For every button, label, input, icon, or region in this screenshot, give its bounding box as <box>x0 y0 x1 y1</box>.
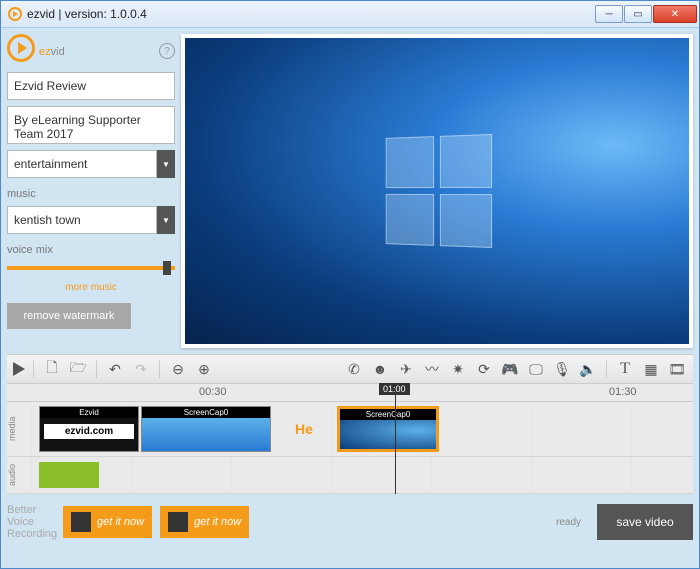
better-voice-text: BetterVoiceRecording <box>7 504 55 540</box>
window-title: ezvid | version: 1.0.0.4 <box>27 7 595 21</box>
category-dropdown-icon[interactable]: ▼ <box>157 150 175 178</box>
app-icon <box>7 6 23 22</box>
music-select[interactable]: kentish town <box>7 206 157 234</box>
preview-content <box>386 134 492 248</box>
save-video-button[interactable]: save video <box>597 504 693 540</box>
more-music-link[interactable]: more music <box>7 282 175 293</box>
minimize-button[interactable]: ─ <box>595 5 623 23</box>
media-track[interactable]: Ezvid ezvid.com ScreenCap0 He ScreenCap0 <box>31 402 693 456</box>
description-input[interactable]: By eLearning Supporter Team 2017 <box>7 106 175 144</box>
audio-track-label: audio <box>7 457 31 493</box>
game-icon[interactable]: 🎮 <box>500 359 520 379</box>
timeline: 00:30 01:30 media Ezvid ezvid.com Screen… <box>7 384 693 494</box>
remove-watermark-button[interactable]: remove watermark <box>7 303 131 329</box>
clip-ezvid[interactable]: Ezvid ezvid.com <box>39 406 139 452</box>
new-button[interactable]: 🗋 <box>42 359 62 379</box>
screen-icon[interactable]: 🖵 <box>526 359 546 379</box>
mic-promo-icon <box>71 512 91 532</box>
logo: ezvid ? <box>7 34 175 62</box>
music-dropdown-icon[interactable]: ▼ <box>157 206 175 234</box>
effect-icon[interactable]: 〰 <box>422 359 442 379</box>
zoom-out-button[interactable]: ⊖ <box>168 359 188 379</box>
mic-icon[interactable]: 🎙 <box>552 359 572 379</box>
audio-clip[interactable] <box>39 462 99 488</box>
undo-button[interactable]: ↶ <box>105 359 125 379</box>
cursor-icon[interactable]: ✈ <box>396 359 416 379</box>
open-button[interactable]: 🗁 <box>68 359 88 379</box>
play-button[interactable] <box>13 362 25 376</box>
playhead[interactable] <box>395 384 396 494</box>
maximize-button[interactable]: ▭ <box>624 5 652 23</box>
logo-play-icon <box>7 34 35 62</box>
clip-screencap-2[interactable]: ScreenCap0 <box>337 406 439 452</box>
text-icon[interactable]: T <box>615 359 635 379</box>
video-preview[interactable] <box>181 34 693 348</box>
titlebar: ezvid | version: 1.0.0.4 ─ ▭ ✕ <box>1 1 699 28</box>
headset-promo-icon <box>168 512 188 532</box>
left-panel: ezvid ? Ezvid Review By eLearning Suppor… <box>7 34 175 348</box>
clip-screencap-1[interactable]: ScreenCap0 <box>141 406 271 452</box>
toolbar: 🗋 🗁 ↶ ↷ ⊖ ⊕ ✆ ☻ ✈ 〰 ✷ ⟳ 🎮 🖵 🎙 🔈 T ▦ 🎞 <box>7 354 693 384</box>
face-icon[interactable]: ☻ <box>370 359 390 379</box>
speaker-icon[interactable]: 🔈 <box>578 359 598 379</box>
help-icon[interactable]: ? <box>159 43 175 59</box>
star-icon[interactable]: ✷ <box>448 359 468 379</box>
category-select[interactable]: entertainment <box>7 150 157 178</box>
image-icon[interactable]: ▦ <box>641 359 661 379</box>
get-it-now-button-1[interactable]: get it now <box>63 506 152 538</box>
project-title-input[interactable]: Ezvid Review <box>7 72 175 100</box>
voice-icon[interactable]: ✆ <box>344 359 364 379</box>
close-button[interactable]: ✕ <box>653 5 697 23</box>
voicemix-label: voice mix <box>7 244 175 256</box>
zoom-in-button[interactable]: ⊕ <box>194 359 214 379</box>
voicemix-slider[interactable] <box>7 262 175 274</box>
media-track-label: media <box>7 402 31 456</box>
sync-icon[interactable]: ⟳ <box>474 359 494 379</box>
redo-button[interactable]: ↷ <box>131 359 151 379</box>
film-icon[interactable]: 🎞 <box>667 359 687 379</box>
time-ruler[interactable]: 00:30 01:30 <box>7 384 693 402</box>
footer: BetterVoiceRecording get it now get it n… <box>1 500 699 544</box>
get-it-now-button-2[interactable]: get it now <box>160 506 249 538</box>
clip-text[interactable]: He <box>273 406 335 452</box>
status-text: ready <box>556 517 581 528</box>
audio-track[interactable] <box>31 457 693 493</box>
music-label: music <box>7 188 175 200</box>
